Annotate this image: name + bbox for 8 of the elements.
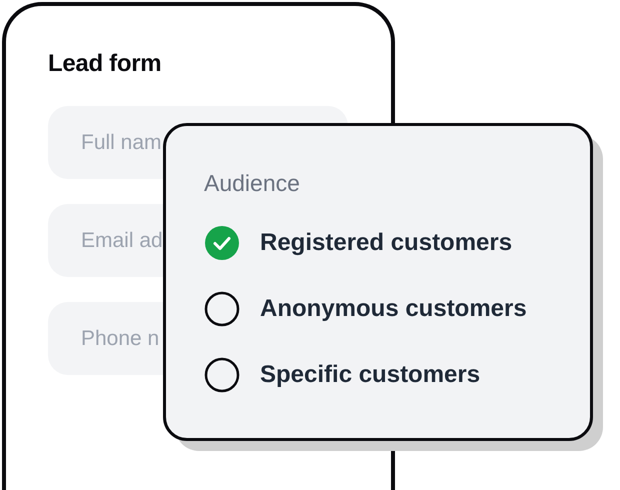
radio-checked-icon[interactable] — [204, 225, 240, 261]
option-label[interactable]: Anonymous customers — [260, 295, 527, 323]
radio-icon[interactable] — [204, 291, 240, 327]
popup-title: Audience — [204, 170, 300, 197]
option-label[interactable]: Specific customers — [260, 361, 480, 389]
radio-icon[interactable] — [204, 357, 240, 393]
option-label[interactable]: Registered customers — [260, 229, 512, 257]
form-title: Lead form — [48, 50, 162, 78]
